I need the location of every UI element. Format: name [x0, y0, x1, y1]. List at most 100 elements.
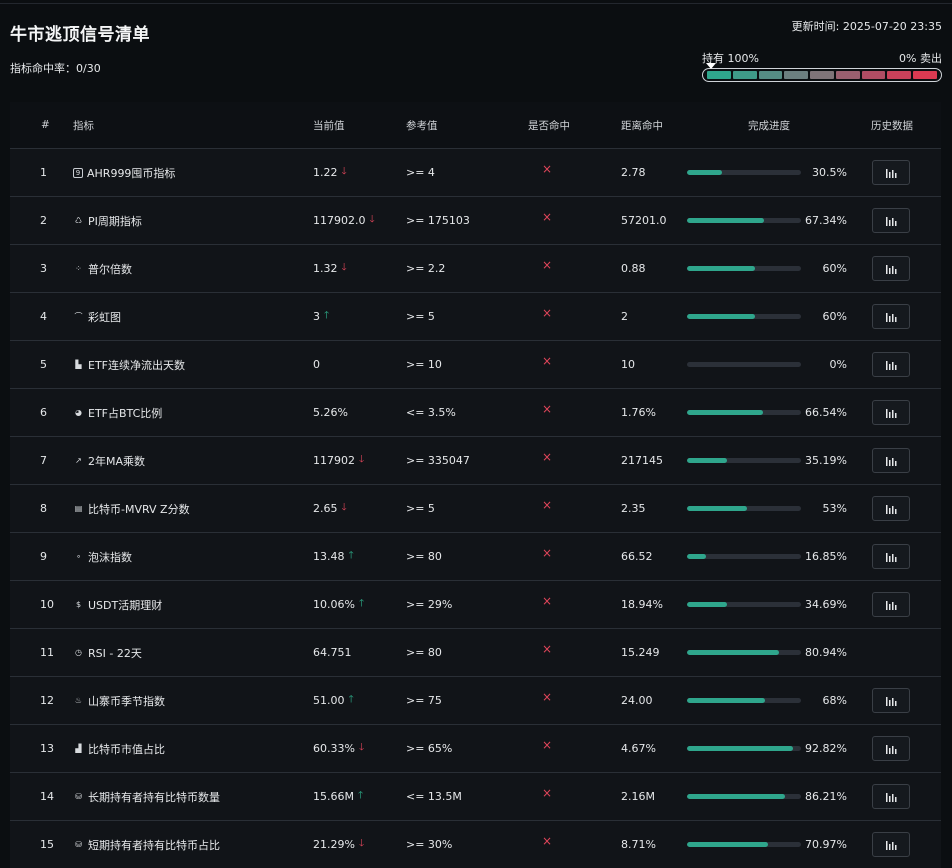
col-index: #: [41, 119, 50, 131]
history-chart-button[interactable]: [872, 256, 910, 281]
rainbow-icon: ⌒: [74, 312, 83, 321]
history-chart-button[interactable]: [872, 544, 910, 569]
current-value-cell: 0: [313, 358, 320, 371]
current-value-cell: 10.06% 🡑: [313, 596, 364, 613]
miss-icon: ×: [542, 834, 553, 848]
distance-value: 15.249: [621, 646, 660, 659]
history-chart-button[interactable]: [872, 832, 910, 857]
distance-value: 18.94%: [621, 598, 663, 611]
progress-bar: [687, 314, 801, 319]
table-row: 3 ⁘ 普尔倍数 1.32 🡓 >= 2.2 × 0.88 60%: [10, 245, 941, 293]
indicator-name: 山寨币季节指数: [88, 694, 165, 708]
reference-value: >= 10: [406, 358, 442, 371]
current-value: 2.65: [313, 502, 338, 515]
sell-label: 0% 卖出: [899, 52, 942, 65]
arrow-up-icon: 🡑: [348, 694, 354, 705]
hit-rate: 指标命中率：0/30: [10, 60, 101, 76]
bar-chart-icon: [885, 456, 896, 466]
arrow-up-icon: 🡑: [358, 598, 365, 609]
progress-fill: [687, 698, 765, 703]
history-chart-button[interactable]: [872, 304, 910, 329]
progress-fill: [687, 746, 793, 751]
progress-fill: [687, 170, 722, 175]
progress-fill: [687, 842, 768, 847]
distance-value: 66.52: [621, 550, 653, 563]
current-value: 1.32: [313, 262, 338, 275]
miss-icon: ×: [542, 210, 553, 224]
progress-bar: [687, 554, 801, 559]
bar-chart-icon: [885, 696, 896, 706]
bar-chart-icon: [885, 840, 896, 850]
current-value-cell: 1.22 🡓: [313, 164, 347, 181]
page-title: 牛市逃顶信号清单: [10, 25, 150, 45]
progress-bar: [687, 842, 801, 847]
bar-chart-icon: [885, 312, 896, 322]
meter-pointer: [706, 63, 716, 69]
current-value-cell: 2.65 🡓: [313, 500, 347, 517]
miss-icon: ×: [542, 738, 553, 752]
table-row: 10 $ USDT活期理财 10.06% 🡑 >= 29% × 18.94% 34…: [10, 581, 941, 629]
miss-icon: ×: [542, 786, 553, 800]
history-chart-button[interactable]: [872, 160, 910, 185]
table-row: 7 ↗ 2年MA乘数 117902 🡓 >= 335047 × 217145 35…: [10, 437, 941, 485]
hit-rate-label: 指标命中率：: [10, 62, 76, 75]
miss-icon: ×: [542, 594, 553, 608]
reference-value: >= 5: [406, 310, 435, 323]
history-chart-button[interactable]: [872, 688, 910, 713]
table-body: 1 9 AHR999囤币指标 1.22 🡓 >= 4 × 2.78 30.5% 2…: [10, 149, 941, 868]
meter-segment: [835, 71, 860, 79]
miss-icon: ×: [542, 258, 553, 272]
progress-bar: [687, 602, 801, 607]
indicator-name-cell: ♨ 山寨币季节指数: [73, 693, 165, 709]
indicator-name-cell: $ USDT活期理财: [73, 597, 162, 613]
current-value: 21.29%: [313, 838, 355, 851]
history-chart-button[interactable]: [872, 208, 910, 233]
history-chart-button[interactable]: [872, 400, 910, 425]
bar-chart-icon: [885, 216, 896, 226]
indicator-name: 彩虹图: [88, 310, 121, 324]
reference-value: >= 5: [406, 502, 435, 515]
distance-value: 10: [621, 358, 635, 371]
progress-bar: [687, 218, 801, 223]
current-value: 117902: [313, 454, 355, 467]
reference-value: >= 335047: [406, 454, 470, 467]
history-chart-button[interactable]: [872, 352, 910, 377]
history-chart-button[interactable]: [872, 736, 910, 761]
progress-fill: [687, 650, 780, 655]
database-icon: ⛁: [75, 840, 82, 849]
progress-bar: [687, 458, 801, 463]
row-index: 1: [40, 166, 47, 179]
row-index: 6: [40, 406, 47, 419]
database-icon: ⛁: [75, 792, 82, 801]
bar-chart-icon: [885, 264, 896, 274]
table-row: 2 ♺ PI周期指标 117902.0 🡓 >= 175103 × 57201.0…: [10, 197, 941, 245]
reference-value: >= 80: [406, 646, 442, 659]
meter-segment: [732, 71, 757, 79]
progress-bar: [687, 362, 801, 367]
indicator-table: # 指标 当前值 参考值 是否命中 距离命中 完成进度 历史数据 1 9 AHR…: [10, 102, 941, 868]
col-progress: 完成进度: [748, 119, 790, 132]
meter-segment: [707, 71, 731, 79]
progress-bar: [687, 410, 801, 415]
history-chart-button[interactable]: [872, 784, 910, 809]
current-value-cell: 64.751: [313, 646, 352, 659]
progress-percent: 60%: [822, 262, 847, 275]
progress-percent: 66.54%: [805, 406, 847, 419]
current-value-cell: 5.26%: [313, 406, 348, 419]
progress-fill: [687, 410, 763, 415]
meter-segment: [784, 71, 809, 79]
history-chart-button[interactable]: [872, 496, 910, 521]
current-value-cell: 117902.0 🡓: [313, 212, 375, 229]
row-index: 11: [40, 646, 54, 659]
indicator-name-cell: ◷ RSI - 22天: [73, 645, 142, 661]
history-chart-button[interactable]: [872, 448, 910, 473]
indicator-name: ETF连续净流出天数: [88, 358, 185, 372]
arrow-up-icon: 🡑: [357, 790, 364, 801]
history-chart-button[interactable]: [872, 592, 910, 617]
current-value: 60.33%: [313, 742, 355, 755]
indicator-name-cell: 9 AHR999囤币指标: [73, 165, 175, 181]
distance-value: 24.00: [621, 694, 653, 707]
col-name: 指标: [73, 119, 94, 132]
reference-value: <= 13.5M: [406, 790, 462, 803]
arrow-up-icon: 🡑: [348, 550, 354, 561]
